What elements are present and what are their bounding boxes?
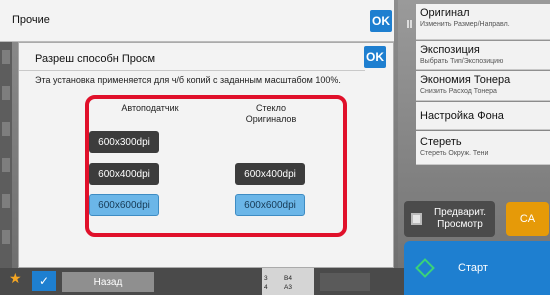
function-subtitle: Стереть Окруж. Тени <box>420 150 489 157</box>
back-button[interactable]: Назад <box>62 272 154 292</box>
background-adjust-function[interactable]: Настройка Фона <box>416 102 550 130</box>
dialog-title: Разреш способн Просм <box>35 53 156 65</box>
exposure-function[interactable]: Экспозиция Выбрать Тип/Экспозицию <box>416 41 550 70</box>
dialog-message: Эта установка применяется для ч/б копий … <box>35 75 341 85</box>
preview-icon <box>411 213 422 225</box>
star-icon[interactable]: ★ <box>9 270 22 287</box>
check-icon[interactable]: ✓ <box>32 271 56 291</box>
collapse-icon[interactable] <box>407 20 412 28</box>
divider <box>19 70 365 71</box>
glass-600x400-button[interactable]: 600x400dpi <box>235 163 305 185</box>
start-icon <box>415 258 435 278</box>
preview-label: Предварит. Просмотр <box>433 207 487 230</box>
preview-button[interactable]: Предварит. Просмотр <box>404 201 495 237</box>
function-title: Настройка Фона <box>420 110 504 122</box>
function-subtitle: Изменить Размер/Направл. <box>420 21 510 28</box>
clear-all-button[interactable]: CA <box>506 202 549 236</box>
left-tab-strip <box>0 40 12 268</box>
function-title: Стереть <box>420 136 462 148</box>
paper-tray-indicator: 3 B4 4 A3 <box>262 268 314 295</box>
others-ok-button[interactable]: OK <box>370 10 392 32</box>
tray-size: B4 <box>284 275 292 282</box>
function-title: Оригинал <box>420 7 470 19</box>
adf-600x600-button[interactable]: 600x600dpi <box>89 194 159 216</box>
toner-save-function[interactable]: Экономия Тонера Снизить Расход Тонера <box>416 71 550 101</box>
tray-number: 3 <box>264 275 268 282</box>
column-header-adf: Автоподатчик <box>121 103 179 113</box>
erase-function[interactable]: Стереть Стереть Окруж. Тени <box>416 131 550 165</box>
others-header: Прочие <box>0 0 394 42</box>
scan-resolution-dialog: Разреш способн Просм Эта установка приме… <box>18 42 394 268</box>
function-subtitle: Снизить Расход Тонера <box>420 88 497 95</box>
dialog-ok-button[interactable]: OK <box>364 46 386 68</box>
start-label: Старт <box>458 262 488 274</box>
adf-600x300-button[interactable]: 600x300dpi <box>89 131 159 153</box>
column-header-glass: Стекло Оригиналов <box>245 103 297 124</box>
function-title: Экономия Тонера <box>420 74 511 86</box>
start-button[interactable]: Старт <box>404 241 550 295</box>
original-function[interactable]: Оригинал Изменить Размер/Направл. <box>416 4 550 40</box>
adf-600x400-button[interactable]: 600x400dpi <box>89 163 159 185</box>
tray-number: 4 <box>264 284 268 291</box>
glass-600x600-button[interactable]: 600x600dpi <box>235 194 305 216</box>
function-title: Экспозиция <box>420 44 480 56</box>
function-subtitle: Выбрать Тип/Экспозицию <box>420 58 504 65</box>
tray-size: A3 <box>284 284 292 291</box>
scroll-indicator <box>320 273 370 291</box>
page-title: Прочие <box>12 14 50 26</box>
